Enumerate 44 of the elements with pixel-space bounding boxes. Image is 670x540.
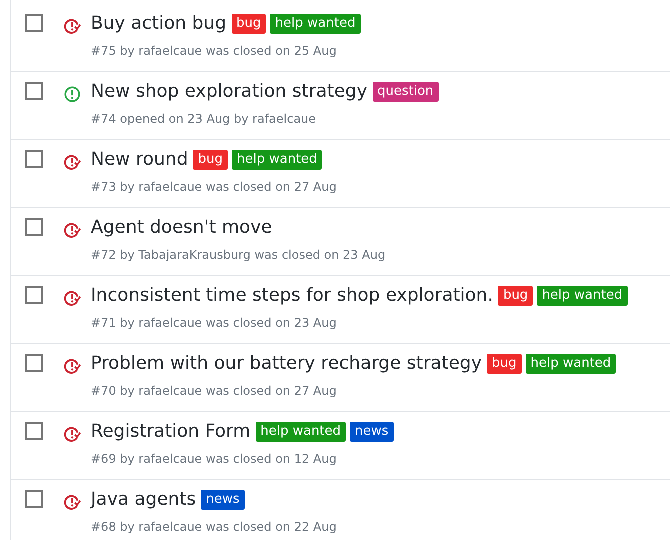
closed-issue-icon <box>64 494 81 511</box>
label-tag[interactable]: bug <box>232 14 266 34</box>
issue-meta: #72 by TabajaraKrausburg was closed on 23 Aug <box>91 247 386 264</box>
closed-issue-icon <box>64 154 81 171</box>
label-tag[interactable]: help wanted <box>256 422 346 442</box>
issue-meta: #75 by rafaelcaue was closed on 25 Aug <box>91 43 338 60</box>
checkbox[interactable] <box>25 150 43 168</box>
checkbox[interactable] <box>25 218 43 236</box>
label-tag[interactable]: news <box>201 490 245 510</box>
closed-issue-icon <box>64 290 81 307</box>
checkbox[interactable] <box>25 354 43 372</box>
label-tag[interactable]: news <box>350 422 394 442</box>
issue-title[interactable]: Registration Form <box>91 419 251 445</box>
checkbox[interactable] <box>25 82 43 100</box>
issue-title[interactable]: New shop exploration strategy <box>91 79 368 105</box>
issue-meta: #68 by rafaelcaue was closed on 22 Aug <box>91 519 337 536</box>
issue-title[interactable]: Inconsistent time steps for shop exploration. <box>91 283 494 309</box>
issue-title[interactable]: Java agents <box>91 487 196 513</box>
issue-title[interactable]: New round <box>91 147 188 173</box>
issue-meta: #71 by rafaelcaue was closed on 23 Aug <box>91 315 338 332</box>
label-tag[interactable]: bug <box>193 150 228 170</box>
issue-title[interactable]: Agent doesn't move <box>91 215 272 241</box>
label-tag[interactable]: bug <box>486 354 522 374</box>
label-tag[interactable]: bug <box>498 286 534 306</box>
checkbox[interactable] <box>25 14 43 32</box>
label-tag[interactable]: help wanted <box>537 286 628 306</box>
open-issue-icon <box>64 86 81 103</box>
issue-meta: #69 by rafaelcaue was closed on 12 Aug <box>91 451 338 468</box>
closed-issue-icon <box>64 426 81 443</box>
issue-title[interactable]: Buy action bug <box>91 11 227 37</box>
issue-meta: #74 opened on 23 Aug by rafaelcaue <box>91 111 318 128</box>
label-tag[interactable]: help wanted <box>232 150 322 170</box>
label-tag[interactable]: question <box>372 82 439 102</box>
issue-title[interactable]: Problem with our battery recharge strategy <box>91 351 482 377</box>
closed-issue-icon <box>64 358 81 375</box>
label-tag[interactable]: help wanted <box>526 354 616 374</box>
label-tag[interactable]: help wanted <box>270 14 361 34</box>
checkbox[interactable] <box>25 286 43 304</box>
checkbox[interactable] <box>25 490 43 508</box>
issue-meta: #73 by rafaelcaue was closed on 27 Aug <box>91 179 337 196</box>
closed-issue-icon <box>64 222 81 239</box>
checkbox[interactable] <box>25 422 43 440</box>
issue-meta: #70 by rafaelcaue was closed on 27 Aug <box>91 383 338 400</box>
closed-issue-icon <box>64 18 81 35</box>
